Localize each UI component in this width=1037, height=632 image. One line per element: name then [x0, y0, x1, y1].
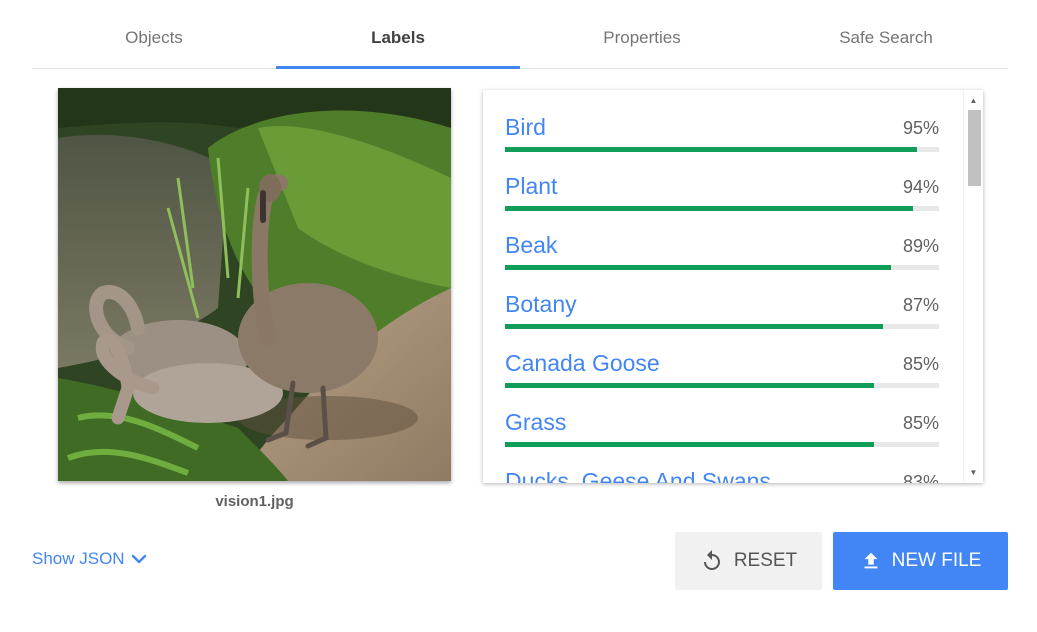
label-name: Beak — [505, 232, 558, 258]
show-json-label: Show JSON — [32, 549, 125, 568]
label-score: 85% — [902, 354, 939, 374]
scroll-down-arrow-icon[interactable]: ▼ — [964, 464, 983, 481]
reset-label: RESET — [733, 550, 798, 571]
label-item: Ducks, Geese And Swans 83% — [505, 444, 939, 483]
image-caption: vision1.jpg — [215, 493, 294, 510]
label-item: Grass 85% — [505, 385, 939, 447]
swans-photo — [58, 88, 451, 481]
show-json-toggle[interactable]: Show JSON — [32, 549, 147, 569]
label-score: 87% — [902, 295, 939, 315]
label-name: Bird — [505, 114, 546, 140]
scrollbar[interactable]: ▲ ▼ — [963, 90, 983, 483]
label-name: Ducks, Geese And Swans — [505, 468, 771, 483]
reset-button[interactable]: RESET — [675, 532, 822, 590]
tab-safe-search[interactable]: Safe Search — [764, 0, 1008, 68]
label-item: Canada Goose 85% — [505, 326, 939, 388]
tab-labels[interactable]: Labels — [276, 0, 520, 69]
label-list: Bird 95% Plant 94% Beak 89% Botany 87% C… — [505, 90, 939, 483]
labels-panel: Bird 95% Plant 94% Beak 89% Botany 87% C… — [483, 90, 983, 483]
label-score: 94% — [902, 177, 939, 197]
label-score: 89% — [902, 236, 939, 256]
new-file-button[interactable]: NEW FILE — [833, 532, 1008, 590]
uploaded-image — [58, 88, 451, 481]
scroll-up-arrow-icon[interactable]: ▲ — [964, 92, 983, 109]
label-item: Beak 89% — [505, 208, 939, 270]
label-item: Botany 87% — [505, 267, 939, 329]
scroll-thumb[interactable] — [968, 110, 981, 186]
label-item: Plant 94% — [505, 149, 939, 211]
reset-icon — [703, 550, 720, 570]
new-file-label: NEW FILE — [891, 550, 982, 571]
label-name: Botany — [505, 291, 577, 317]
label-score: 85% — [902, 413, 939, 433]
tab-objects[interactable]: Objects — [32, 0, 276, 68]
upload-icon — [864, 552, 878, 569]
label-name: Plant — [505, 173, 558, 199]
chevron-down-icon — [131, 554, 146, 564]
label-name: Canada Goose — [505, 350, 660, 376]
tab-bar: Objects Labels Properties Safe Search — [32, 0, 1008, 69]
label-item: Bird 95% — [505, 90, 939, 152]
tab-properties[interactable]: Properties — [520, 0, 764, 68]
label-name: Grass — [505, 409, 567, 435]
label-score: 83% — [902, 472, 939, 483]
label-score: 95% — [902, 118, 939, 138]
